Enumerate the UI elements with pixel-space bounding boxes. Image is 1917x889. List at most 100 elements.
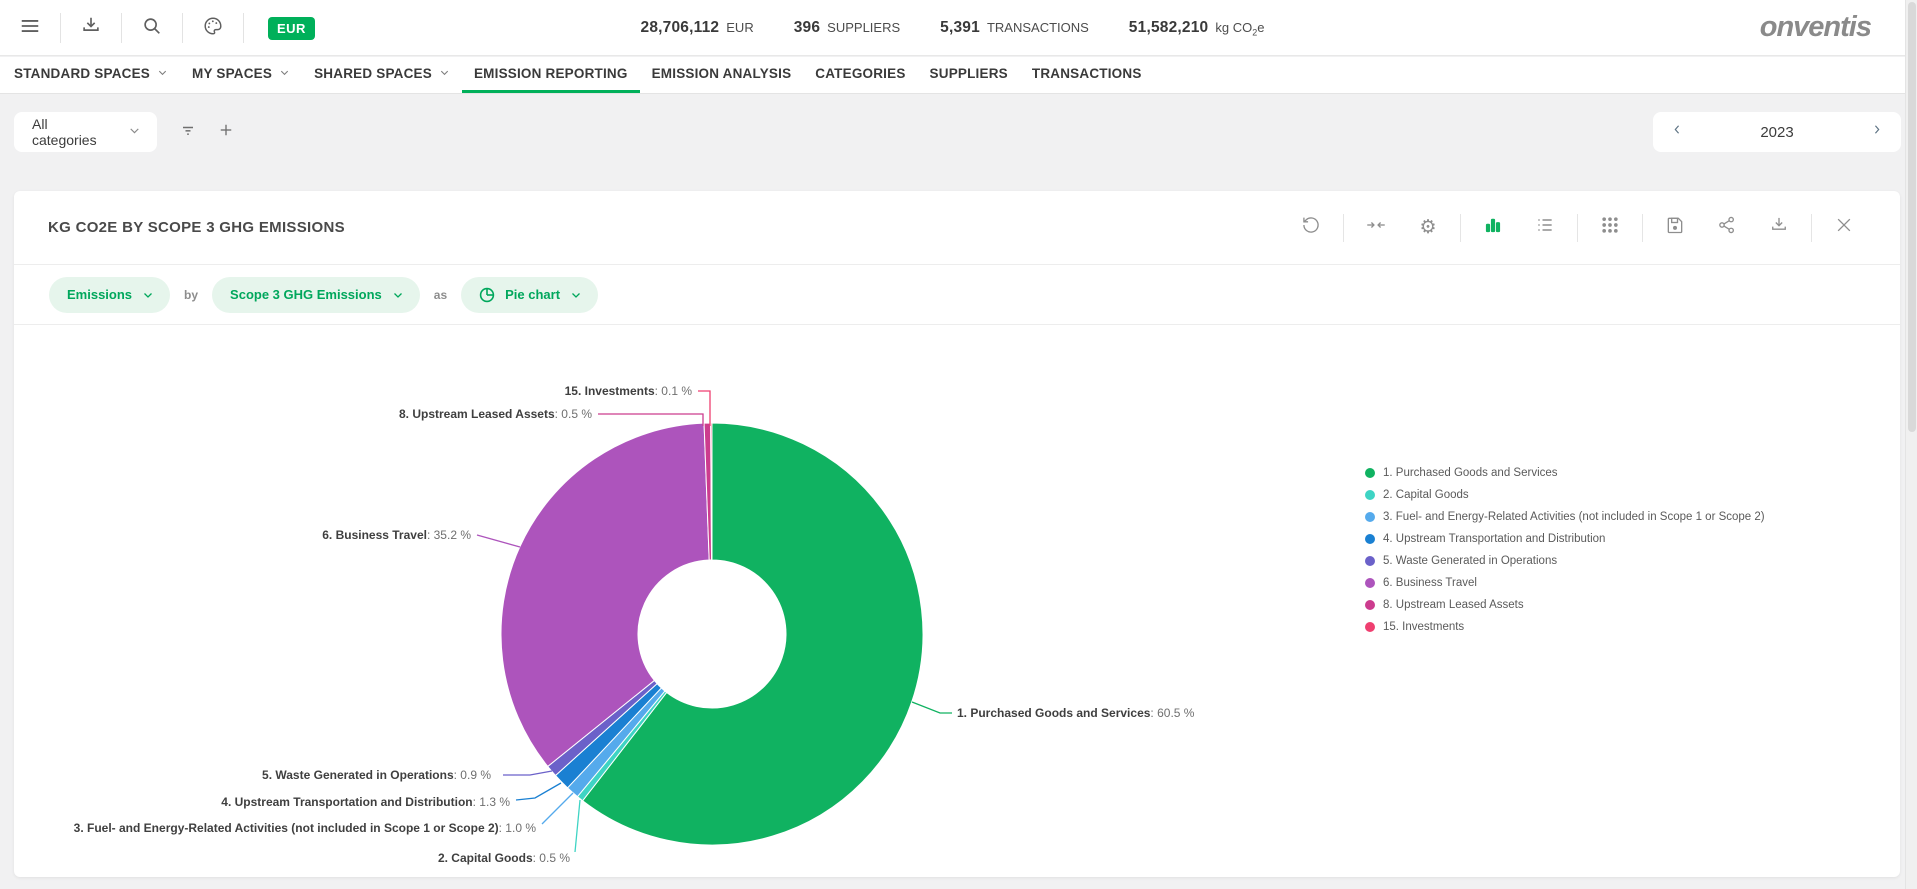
callout-value: : 35.2 % xyxy=(427,528,471,542)
legend-label: 15. Investments xyxy=(1383,621,1464,633)
callout-value: : 0.1 % xyxy=(655,384,692,398)
callout-value: : 1.3 % xyxy=(473,795,510,809)
callout-upstream-transportation: 4. Upstream Transportation and Distribut… xyxy=(221,795,510,809)
callout-label: 1. Purchased Goods and Services xyxy=(957,706,1150,720)
stat-spend: 28,706,112 EUR xyxy=(641,19,754,37)
tab-emission-analysis[interactable]: EMISSION ANALYSIS xyxy=(640,57,804,93)
add-widget-button[interactable] xyxy=(207,121,245,144)
search-button[interactable] xyxy=(122,15,182,42)
tab-categories[interactable]: CATEGORIES xyxy=(803,57,917,93)
callout-purchased-goods: 1. Purchased Goods and Services: 60.5 % xyxy=(957,706,1194,720)
tab-label: STANDARD SPACES xyxy=(14,66,150,81)
filter-bar: All categories 2023 xyxy=(14,112,1901,152)
legend-item[interactable]: 4. Upstream Transportation and Distribut… xyxy=(1365,533,1765,545)
stat-label: kg CO2e xyxy=(1215,20,1264,38)
callout-investments: 15. Investments: 0.1 % xyxy=(565,384,692,398)
category-filter-dropdown[interactable]: All categories xyxy=(14,112,157,152)
callout-waste-generated: 5. Waste Generated in Operations: 0.9 % xyxy=(262,768,491,782)
legend-dot xyxy=(1365,468,1375,478)
legend-item[interactable]: 15. Investments xyxy=(1365,621,1765,633)
previous-year-button[interactable] xyxy=(1671,123,1684,141)
legend-label: 5. Waste Generated in Operations xyxy=(1383,555,1557,567)
donut xyxy=(501,423,923,845)
year-value: 2023 xyxy=(1760,124,1793,141)
chart-legend: 1. Purchased Goods and Services 2. Capit… xyxy=(1365,467,1765,633)
theme-button[interactable] xyxy=(183,15,243,42)
report-card: KG CO2E BY SCOPE 3 GHG EMISSIONS ⚙ xyxy=(14,191,1900,877)
tab-emission-reporting[interactable]: EMISSION REPORTING xyxy=(462,57,640,93)
callout-label: 4. Upstream Transportation and Distribut… xyxy=(221,795,472,809)
tab-shared-spaces[interactable]: SHARED SPACES xyxy=(302,57,462,93)
pie-chart-area: 15. Investments: 0.1 % 8. Upstream Lease… xyxy=(14,325,1900,876)
legend-item[interactable]: 6. Business Travel xyxy=(1365,577,1765,589)
onventis-logo: onventis xyxy=(1760,11,1871,44)
callout-value: : 0.9 % xyxy=(454,768,491,782)
search-icon xyxy=(141,15,163,42)
legend-dot xyxy=(1365,490,1375,500)
legend-item[interactable]: 8. Upstream Leased Assets xyxy=(1365,599,1765,611)
legend-item[interactable]: 1. Purchased Goods and Services xyxy=(1365,467,1765,479)
category-filter-value: All categories xyxy=(32,116,112,148)
legend-dot xyxy=(1365,534,1375,544)
legend-label: 3. Fuel- and Energy-Related Activities (… xyxy=(1383,511,1765,523)
menu-button[interactable] xyxy=(0,15,60,42)
filter-icon xyxy=(178,120,198,145)
tab-my-spaces[interactable]: MY SPACES xyxy=(180,57,302,93)
callout-label: 3. Fuel- and Energy-Related Activities (… xyxy=(74,821,499,835)
scrollbar-thumb[interactable] xyxy=(1908,2,1916,432)
tab-transactions[interactable]: TRANSACTIONS xyxy=(1020,57,1154,93)
stat-label: EUR xyxy=(726,20,753,35)
hamburger-icon xyxy=(19,15,41,42)
legend-dot xyxy=(1365,512,1375,522)
callout-capital-goods: 2. Capital Goods: 0.5 % xyxy=(438,851,570,865)
stat-value: 28,706,112 xyxy=(641,19,720,37)
callout-label: 8. Upstream Leased Assets xyxy=(399,407,555,421)
stat-label: SUPPLIERS xyxy=(827,20,900,35)
export-button[interactable] xyxy=(61,15,121,42)
callout-value: : 0.5 % xyxy=(533,851,570,865)
legend-dot xyxy=(1365,600,1375,610)
legend-item[interactable]: 2. Capital Goods xyxy=(1365,489,1765,501)
callout-label: 6. Business Travel xyxy=(322,528,427,542)
chevron-down-icon xyxy=(439,66,450,81)
legend-label: 8. Upstream Leased Assets xyxy=(1383,599,1524,611)
stat-value: 396 xyxy=(794,19,820,37)
legend-item[interactable]: 5. Waste Generated in Operations xyxy=(1365,555,1765,567)
chevron-down-icon xyxy=(128,124,141,140)
tab-label: SUPPLIERS xyxy=(930,66,1008,81)
legend-dot xyxy=(1365,622,1375,632)
tab-label: SHARED SPACES xyxy=(314,66,432,81)
tab-label: EMISSION ANALYSIS xyxy=(652,66,792,81)
stat-emissions: 51,582,210 kg CO2e xyxy=(1129,19,1265,38)
callout-business-travel: 6. Business Travel: 35.2 % xyxy=(322,528,471,542)
callout-upstream-leased-assets: 8. Upstream Leased Assets: 0.5 % xyxy=(399,407,592,421)
callout-value: : 0.5 % xyxy=(555,407,592,421)
tab-label: MY SPACES xyxy=(192,66,272,81)
legend-label: 2. Capital Goods xyxy=(1383,489,1469,501)
callout-label: 2. Capital Goods xyxy=(438,851,533,865)
legend-label: 1. Purchased Goods and Services xyxy=(1383,467,1558,479)
palette-icon xyxy=(202,15,224,42)
plus-icon xyxy=(217,121,235,144)
chevron-down-icon xyxy=(157,66,168,81)
filter-button[interactable] xyxy=(169,120,207,145)
callout-label: 15. Investments xyxy=(565,384,655,398)
tab-suppliers[interactable]: SUPPLIERS xyxy=(918,57,1020,93)
next-year-button[interactable] xyxy=(1870,123,1883,141)
download-icon xyxy=(80,15,102,42)
currency-badge[interactable]: EUR xyxy=(268,17,315,40)
stat-value: 51,582,210 xyxy=(1129,19,1209,37)
callout-fuel-energy: 3. Fuel- and Energy-Related Activities (… xyxy=(74,821,536,835)
callout-value: : 60.5 % xyxy=(1150,706,1194,720)
scrollbar-track[interactable] xyxy=(1905,0,1917,889)
summary-stats: 28,706,112 EUR 396 SUPPLIERS 5,391 TRANS… xyxy=(641,0,1265,56)
callout-value: : 1.0 % xyxy=(499,821,536,835)
divider xyxy=(243,13,244,43)
legend-item[interactable]: 3. Fuel- and Energy-Related Activities (… xyxy=(1365,511,1765,523)
tab-label: EMISSION REPORTING xyxy=(474,66,628,81)
tab-standard-spaces[interactable]: STANDARD SPACES xyxy=(14,57,180,93)
tab-label: TRANSACTIONS xyxy=(1032,66,1142,81)
stat-value: 5,391 xyxy=(940,19,980,37)
stat-label: TRANSACTIONS xyxy=(987,20,1089,35)
stat-suppliers: 396 SUPPLIERS xyxy=(794,19,900,37)
